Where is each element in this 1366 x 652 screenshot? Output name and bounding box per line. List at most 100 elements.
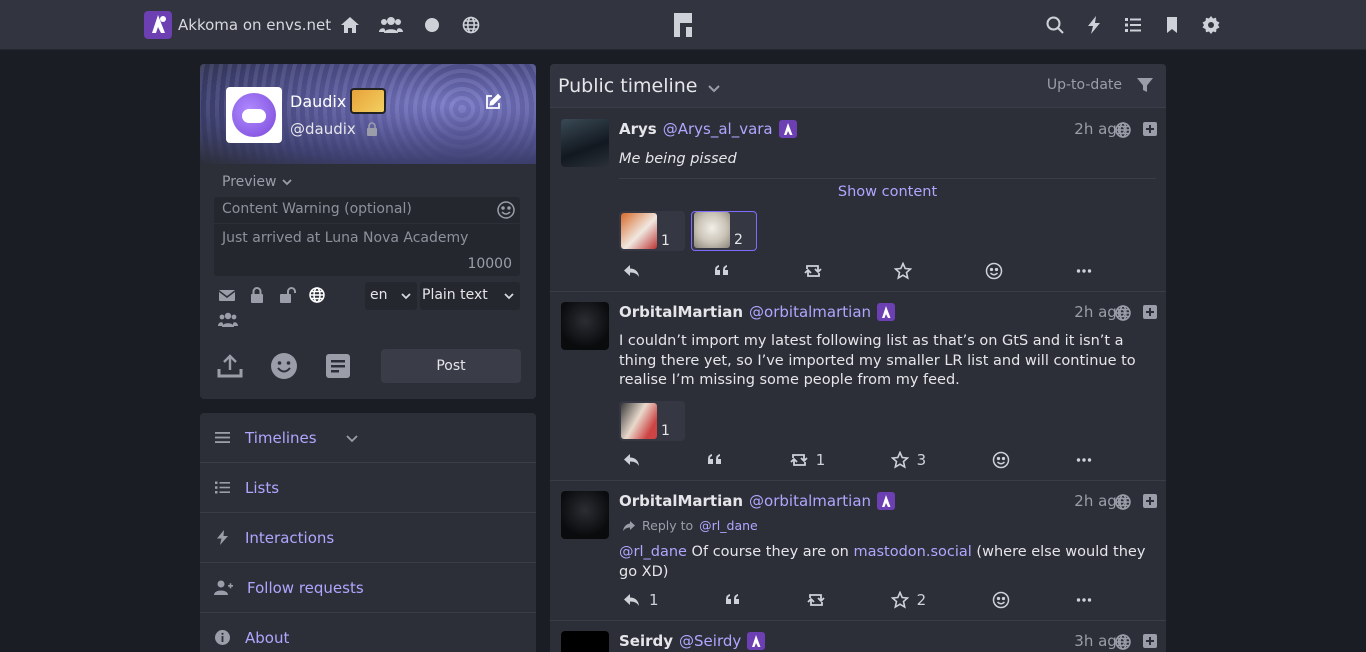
avatar[interactable] bbox=[226, 87, 282, 143]
favorite-button[interactable]: 3 bbox=[890, 451, 927, 469]
chevron-down-icon[interactable] bbox=[706, 80, 722, 96]
avatar[interactable] bbox=[561, 119, 609, 167]
bars-icon bbox=[214, 429, 231, 446]
expand-icon[interactable] bbox=[1142, 633, 1158, 649]
status-input[interactable]: Just arrived at Luna Nova Academy 10000 bbox=[214, 224, 520, 276]
sidebar-item-lists[interactable]: Lists bbox=[200, 463, 536, 513]
retoot-button[interactable]: 1 bbox=[790, 451, 826, 469]
star-icon bbox=[890, 591, 909, 609]
preview-toggle[interactable]: Preview bbox=[222, 174, 293, 190]
upload-icon[interactable] bbox=[216, 352, 244, 380]
poll-icon[interactable] bbox=[324, 352, 352, 380]
retoot-button[interactable] bbox=[804, 262, 822, 280]
post-author-handle[interactable]: @orbitalmartian bbox=[749, 303, 871, 321]
reply-button[interactable] bbox=[623, 262, 641, 280]
circle-icon[interactable] bbox=[422, 15, 442, 35]
post-button[interactable]: Post bbox=[381, 349, 521, 383]
post-author-name[interactable]: Arys bbox=[619, 120, 657, 138]
list-icon[interactable] bbox=[1123, 15, 1143, 35]
emoji-reaction[interactable]: 2 bbox=[691, 211, 757, 251]
emoji-icon[interactable] bbox=[270, 352, 298, 380]
reaction-emoji bbox=[621, 213, 657, 249]
favorite-button[interactable] bbox=[894, 262, 913, 280]
filter-icon[interactable] bbox=[1136, 76, 1154, 94]
language-select[interactable]: en bbox=[365, 282, 417, 310]
emoji-reaction[interactable]: 1 bbox=[619, 401, 685, 441]
quote-button[interactable] bbox=[713, 262, 731, 280]
react-button[interactable] bbox=[992, 591, 1010, 609]
quote-icon bbox=[724, 591, 742, 609]
globe-icon bbox=[1114, 633, 1132, 651]
reply-button[interactable]: 1 bbox=[623, 591, 659, 609]
favorite-count: 3 bbox=[916, 451, 927, 469]
show-content-button[interactable]: Show content bbox=[838, 184, 937, 200]
emoji-reaction[interactable]: 1 bbox=[619, 211, 685, 251]
expand-icon[interactable] bbox=[1142, 304, 1158, 320]
post-author-handle[interactable]: @Arys_al_vara bbox=[663, 120, 773, 138]
post-author-handle[interactable]: @Seirdy bbox=[679, 632, 741, 650]
custom-emoji bbox=[350, 88, 386, 114]
reply-to-handle[interactable]: @rl_dane bbox=[699, 518, 758, 533]
search-icon[interactable] bbox=[1045, 15, 1065, 35]
mention-link[interactable]: @rl_dane bbox=[619, 544, 687, 560]
expand-icon[interactable] bbox=[1142, 121, 1158, 137]
more-button[interactable] bbox=[1075, 591, 1093, 609]
chevron-down-icon bbox=[281, 176, 293, 188]
status-post: OrbitalMartian @orbitalmartian 2h ago I … bbox=[550, 292, 1166, 481]
top-navbar: Akkoma on envs.net bbox=[0, 0, 1366, 50]
more-button[interactable] bbox=[1075, 262, 1093, 280]
emoji-picker-icon[interactable] bbox=[496, 200, 516, 220]
bookmark-icon[interactable] bbox=[1162, 15, 1182, 35]
sidebar-item-timelines[interactable]: Timelines bbox=[200, 413, 536, 463]
content-warning-input[interactable]: Content Warning (optional) bbox=[214, 197, 520, 223]
expand-icon[interactable] bbox=[1142, 493, 1158, 509]
home-icon[interactable] bbox=[340, 15, 360, 35]
quote-button[interactable] bbox=[724, 591, 742, 609]
gear-icon[interactable] bbox=[1201, 15, 1221, 35]
post-content-warning: Me being pissed bbox=[619, 150, 1156, 179]
post-author-name[interactable]: OrbitalMartian bbox=[619, 303, 743, 321]
sidebar-item-interactions[interactable]: Interactions bbox=[200, 513, 536, 563]
reply-button[interactable] bbox=[623, 451, 641, 469]
brand-link[interactable]: Akkoma on envs.net bbox=[144, 11, 331, 39]
format-select[interactable]: Plain text bbox=[420, 282, 520, 310]
display-name[interactable]: Daudix bbox=[290, 92, 346, 111]
user-handle[interactable]: @daudix bbox=[290, 120, 356, 138]
reaction-emoji bbox=[621, 403, 657, 439]
more-button[interactable] bbox=[1075, 451, 1093, 469]
edit-profile-icon[interactable] bbox=[484, 93, 502, 111]
envelope-icon[interactable] bbox=[218, 286, 236, 304]
sidebar-item-about[interactable]: About bbox=[200, 613, 536, 652]
globe-icon[interactable] bbox=[461, 15, 481, 35]
instance-badge-icon bbox=[877, 492, 896, 510]
globe-icon[interactable] bbox=[308, 286, 326, 304]
smile-icon bbox=[992, 591, 1010, 609]
unlock-icon[interactable] bbox=[278, 286, 296, 304]
lightning-icon[interactable] bbox=[1084, 15, 1104, 35]
retoot-button[interactable] bbox=[807, 591, 825, 609]
react-button[interactable] bbox=[992, 451, 1010, 469]
pleroma-logo[interactable] bbox=[674, 13, 692, 37]
external-link[interactable]: mastodon.social bbox=[853, 544, 971, 560]
react-button[interactable] bbox=[985, 262, 1003, 280]
post-author-name[interactable]: OrbitalMartian bbox=[619, 492, 743, 510]
favorite-button[interactable]: 2 bbox=[890, 591, 926, 609]
star-icon bbox=[894, 262, 913, 280]
users-icon[interactable] bbox=[379, 15, 403, 35]
retoot-count: 1 bbox=[815, 451, 826, 469]
quote-button[interactable] bbox=[706, 451, 724, 469]
sidebar-item-label: About bbox=[245, 628, 290, 647]
status-post: Seirdy @Seirdy 3h ago bbox=[550, 621, 1166, 652]
sidebar-item-follow-requests[interactable]: Follow requests bbox=[200, 563, 536, 613]
lock-icon[interactable] bbox=[248, 286, 266, 304]
format-value: Plain text bbox=[422, 287, 488, 303]
reply-to-indicator[interactable]: Reply to @rl_dane bbox=[622, 518, 758, 533]
local-scope-icon[interactable] bbox=[218, 311, 238, 329]
post-author-handle[interactable]: @orbitalmartian bbox=[749, 492, 871, 510]
timeline-title[interactable]: Public timeline bbox=[558, 75, 698, 97]
avatar[interactable] bbox=[561, 631, 609, 652]
post-author-name[interactable]: Seirdy bbox=[619, 632, 673, 650]
avatar[interactable] bbox=[561, 491, 609, 539]
chevron-down-icon[interactable] bbox=[345, 431, 359, 445]
avatar[interactable] bbox=[561, 302, 609, 350]
